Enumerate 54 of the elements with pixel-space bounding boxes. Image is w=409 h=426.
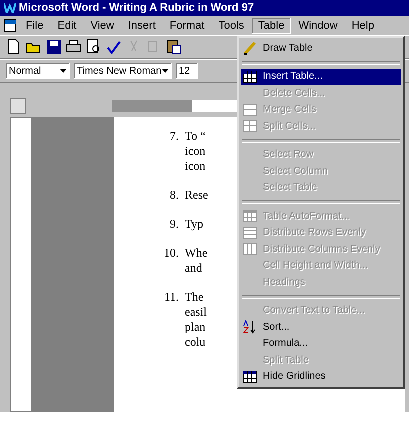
table-icon: [243, 370, 257, 383]
paragraph-text: colu: [185, 335, 207, 350]
spelling-icon[interactable]: [106, 39, 122, 55]
paragraph-text: icon: [185, 159, 206, 174]
menu-item[interactable]: Insert: [122, 18, 162, 34]
split-cells-icon: [243, 120, 257, 132]
tab-selector[interactable]: [10, 98, 26, 114]
menu-item[interactable]: Sort...: [241, 319, 401, 336]
new-document-icon[interactable]: [6, 39, 22, 55]
paragraph-text: The: [185, 290, 205, 305]
style-dropdown[interactable]: Normal: [6, 63, 70, 79]
word-icon: [4, 3, 16, 13]
list-number: 7.: [169, 129, 179, 145]
menu-item[interactable]: Window: [292, 18, 344, 34]
menu-item[interactable]: Table: [252, 18, 291, 34]
menu-item[interactable]: File: [20, 18, 50, 34]
paragraph-text: Rese: [185, 188, 208, 203]
rows-icon: [243, 226, 257, 239]
paragraph-text: icon: [185, 144, 206, 159]
save-icon[interactable]: [46, 39, 62, 55]
paragraph-text: Whe: [185, 246, 208, 261]
dropdown-arrow-icon[interactable]: [162, 69, 169, 73]
list-number: 10.: [163, 246, 179, 262]
paragraph-text: To “: [185, 129, 206, 144]
menu-item[interactable]: Edit: [52, 18, 83, 34]
menu-item[interactable]: Formula...: [241, 336, 401, 352]
menu-item[interactable]: Hide Gridlines: [241, 368, 401, 385]
list-number: 8.: [169, 188, 179, 203]
menu-item[interactable]: Tools: [212, 18, 250, 34]
menu-item[interactable]: Draw Table: [241, 40, 401, 56]
menu-item[interactable]: View: [84, 18, 120, 34]
font-size-dropdown[interactable]: 12: [176, 63, 198, 79]
menu-item[interactable]: Insert Table...: [241, 68, 401, 85]
menu-item[interactable]: Help: [346, 18, 380, 34]
paragraph-text: and: [185, 261, 204, 276]
paragraph-text: easil: [185, 305, 207, 320]
font-dropdown[interactable]: Times New Roman: [74, 63, 172, 79]
list-number: 11.: [163, 290, 179, 306]
table-icon: [243, 70, 257, 83]
pencil-icon: [243, 41, 257, 56]
menu-item[interactable]: Format: [164, 18, 211, 34]
sort-icon: [243, 320, 257, 334]
print-preview-icon[interactable]: [86, 39, 102, 55]
columns-icon: [243, 243, 257, 256]
dropdown-arrow-icon[interactable]: [60, 69, 67, 73]
window-title: Microsoft Word - Writing A Rubric in Word 97: [19, 2, 254, 14]
print-icon[interactable]: [66, 39, 82, 55]
document-icon[interactable]: [4, 18, 18, 32]
table-icon: [243, 210, 257, 222]
paragraph-text: Typ: [185, 217, 204, 232]
paste-icon[interactable]: [166, 39, 182, 55]
paragraph-text: plan: [185, 320, 207, 335]
list-number: 9.: [169, 217, 179, 232]
merge-cells-icon: [243, 104, 257, 116]
